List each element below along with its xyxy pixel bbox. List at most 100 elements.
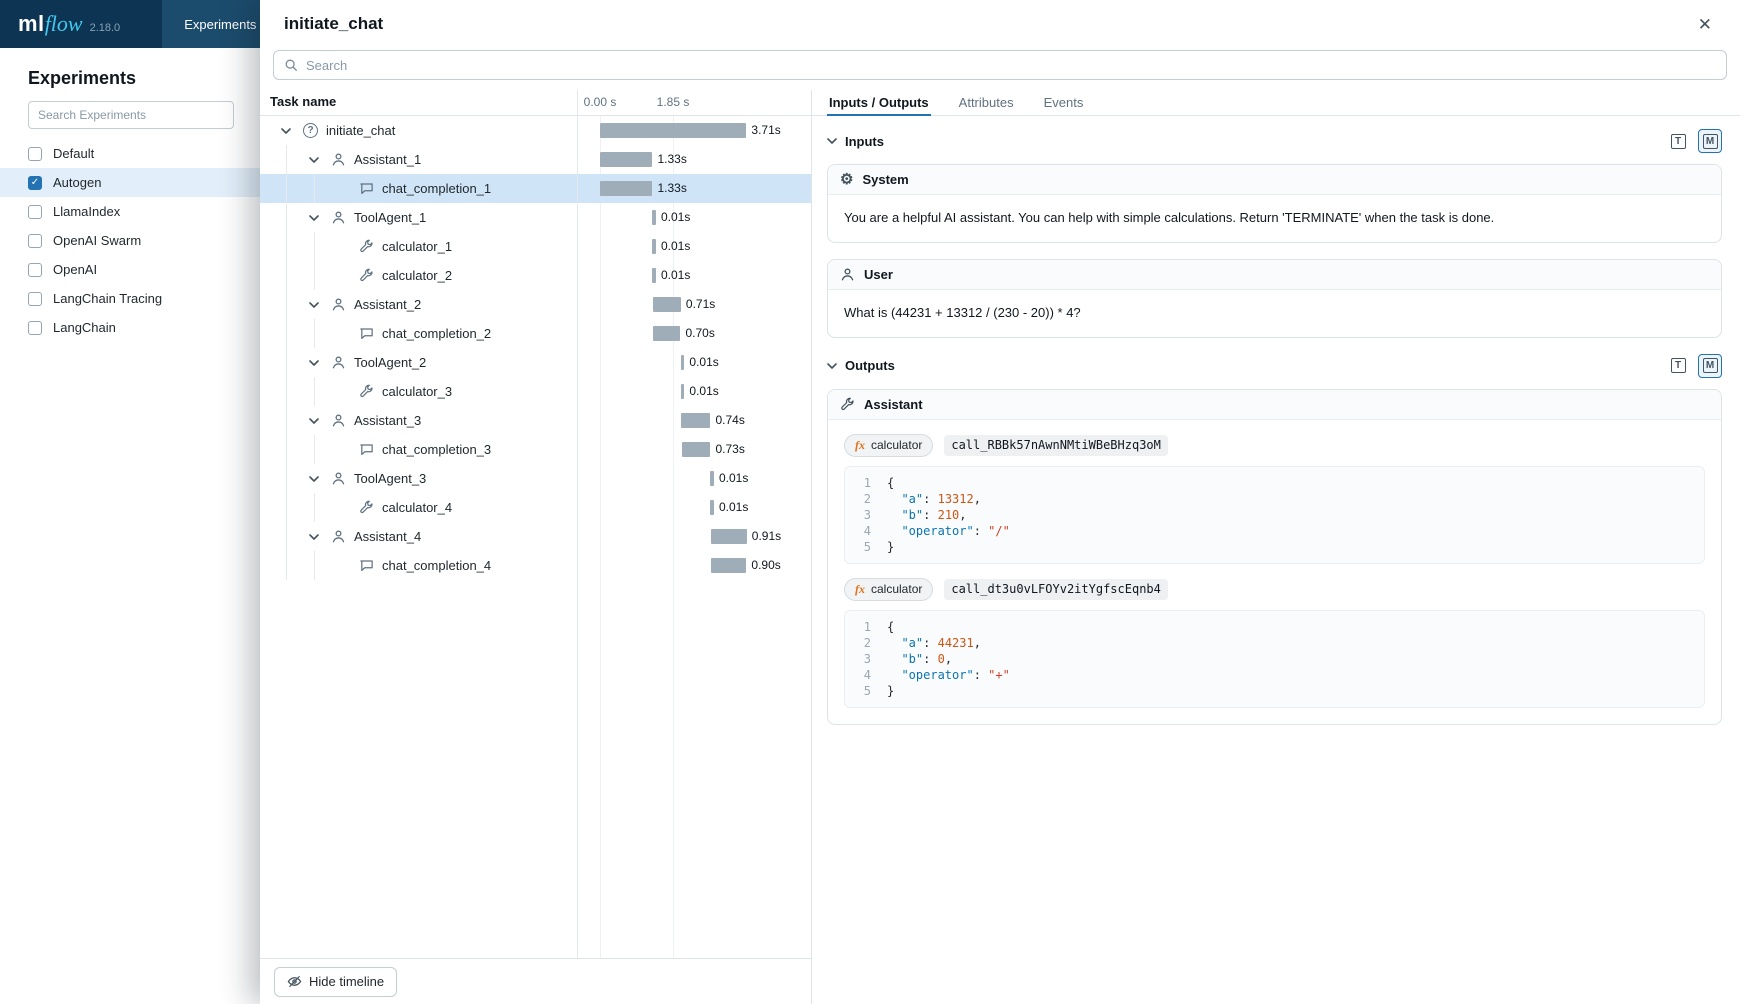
span-name: Assistant_4: [354, 529, 421, 544]
chevron-down-icon[interactable]: [276, 128, 296, 134]
duration-bar[interactable]: [653, 326, 681, 341]
span-row[interactable]: ToolAgent_10.01s: [260, 203, 811, 232]
agent-icon: [330, 355, 347, 370]
chevron-down-icon[interactable]: [304, 215, 324, 221]
span-name: chat_completion_2: [382, 326, 491, 341]
hide-timeline-label: Hide timeline: [309, 974, 384, 989]
duration-bar[interactable]: [681, 355, 685, 370]
code-token: "+": [988, 667, 1010, 683]
duration-bar[interactable]: [711, 529, 747, 544]
experiments-search-input[interactable]: [38, 108, 224, 122]
span-row[interactable]: chat_completion_20.70s: [260, 319, 811, 348]
duration-label: 0.01s: [689, 355, 718, 370]
span-row[interactable]: ToolAgent_30.01s: [260, 464, 811, 493]
duration-bar[interactable]: [711, 558, 747, 573]
render-markdown-toggle[interactable]: M: [1698, 129, 1722, 153]
chevron-down-icon[interactable]: [304, 476, 324, 482]
code-token: {: [887, 475, 894, 491]
experiment-item-openai[interactable]: OpenAI: [0, 255, 260, 284]
timeline-tick-label: 0.00 s: [584, 95, 617, 109]
span-row[interactable]: Assistant_30.74s: [260, 406, 811, 435]
chevron-down-icon[interactable]: [304, 418, 324, 424]
chevron-down-icon[interactable]: [304, 302, 324, 308]
experiment-item-openai-swarm[interactable]: OpenAI Swarm: [0, 226, 260, 255]
span-row[interactable]: calculator_40.01s: [260, 493, 811, 522]
experiment-checkbox[interactable]: [28, 292, 42, 306]
experiment-item-langchain[interactable]: LangChain: [0, 313, 260, 342]
render-markdown-toggle[interactable]: M: [1698, 354, 1722, 378]
span-row[interactable]: Assistant_40.91s: [260, 522, 811, 551]
experiment-checkbox[interactable]: [28, 234, 42, 248]
duration-bar[interactable]: [653, 297, 681, 312]
chevron-down-icon[interactable]: [304, 534, 324, 540]
span-row[interactable]: ?initiate_chat3.71s: [260, 116, 811, 145]
render-text-toggle[interactable]: T: [1666, 354, 1690, 378]
tab-attributes[interactable]: Attributes: [957, 90, 1016, 116]
experiment-checkbox[interactable]: [28, 321, 42, 335]
span-row[interactable]: calculator_20.01s: [260, 261, 811, 290]
span-row[interactable]: ToolAgent_20.01s: [260, 348, 811, 377]
experiment-item-langchain-tracing[interactable]: LangChain Tracing: [0, 284, 260, 313]
span-row[interactable]: chat_completion_40.90s: [260, 551, 811, 580]
span-row[interactable]: chat_completion_3 0.73s: [260, 435, 811, 464]
code-token: ,: [959, 507, 966, 523]
version-label: 2.18.0: [90, 22, 121, 34]
span-search-input[interactable]: [306, 58, 1716, 73]
duration-bar[interactable]: [600, 152, 652, 167]
question-icon: ?: [302, 123, 319, 138]
timeline-cell: 3.71s: [577, 116, 811, 145]
close-icon[interactable]: ✕: [1694, 12, 1716, 37]
chevron-down-icon[interactable]: [827, 363, 837, 369]
code-token: }: [887, 683, 894, 699]
duration-bar[interactable]: [681, 413, 710, 428]
duration-bar[interactable]: [710, 500, 714, 515]
experiment-item-autogen[interactable]: ✓Autogen: [0, 168, 260, 197]
chevron-down-icon[interactable]: [304, 360, 324, 366]
experiment-item-default[interactable]: Default: [0, 139, 260, 168]
hide-timeline-button[interactable]: Hide timeline: [274, 967, 397, 997]
span-name-cell: chat_completion_4: [260, 551, 577, 580]
span-name-cell: chat_completion_3: [260, 435, 577, 464]
span-row[interactable]: chat_completion_11.33s: [260, 174, 811, 203]
code-token: "b": [901, 507, 923, 523]
experiments-sidebar: Experiments Default✓AutogenLlamaIndexOpe…: [0, 48, 260, 1004]
experiment-checkbox[interactable]: ✓: [28, 176, 42, 190]
code-token: [887, 667, 901, 683]
line-number: 4: [857, 523, 871, 539]
inputs-section-title: Inputs: [845, 134, 884, 149]
experiment-checkbox[interactable]: [28, 263, 42, 277]
timeline-cell: 0.71s: [577, 290, 811, 319]
experiment-checkbox[interactable]: [28, 205, 42, 219]
line-number: 3: [857, 507, 871, 523]
experiments-search-box: [28, 101, 234, 129]
span-row[interactable]: Assistant_20.71s: [260, 290, 811, 319]
duration-bar[interactable]: [682, 442, 711, 457]
timeline-cell: 0.01s: [577, 493, 811, 522]
code-token: :: [974, 523, 988, 539]
experiment-item-llamaindex[interactable]: LlamaIndex: [0, 197, 260, 226]
duration-bar[interactable]: [681, 384, 685, 399]
message-role-label: Assistant: [864, 397, 923, 412]
duration-bar[interactable]: [652, 210, 656, 225]
duration-bar[interactable]: [652, 268, 656, 283]
duration-bar[interactable]: [600, 181, 652, 196]
duration-label: 0.73s: [715, 442, 744, 457]
chevron-down-icon[interactable]: [827, 138, 837, 144]
duration-bar[interactable]: [652, 239, 656, 254]
span-name-cell: Assistant_4: [260, 522, 577, 551]
tab-events[interactable]: Events: [1042, 90, 1086, 116]
timeline-cell: 0.01s: [577, 203, 811, 232]
duration-bar[interactable]: [710, 471, 714, 486]
tab-inputs-outputs[interactable]: Inputs / Outputs: [827, 90, 931, 116]
chevron-down-icon[interactable]: [304, 157, 324, 163]
duration-bar[interactable]: [600, 123, 746, 138]
render-text-toggle[interactable]: T: [1666, 129, 1690, 153]
span-name-cell: chat_completion_1: [260, 174, 577, 203]
timeline-cell: 0.01s: [577, 348, 811, 377]
code-token: [887, 507, 901, 523]
text-view-icon: T: [1671, 134, 1686, 149]
span-row[interactable]: calculator_30.01s: [260, 377, 811, 406]
span-row[interactable]: calculator_10.01s: [260, 232, 811, 261]
span-row[interactable]: Assistant_11.33s: [260, 145, 811, 174]
experiment-checkbox[interactable]: [28, 147, 42, 161]
